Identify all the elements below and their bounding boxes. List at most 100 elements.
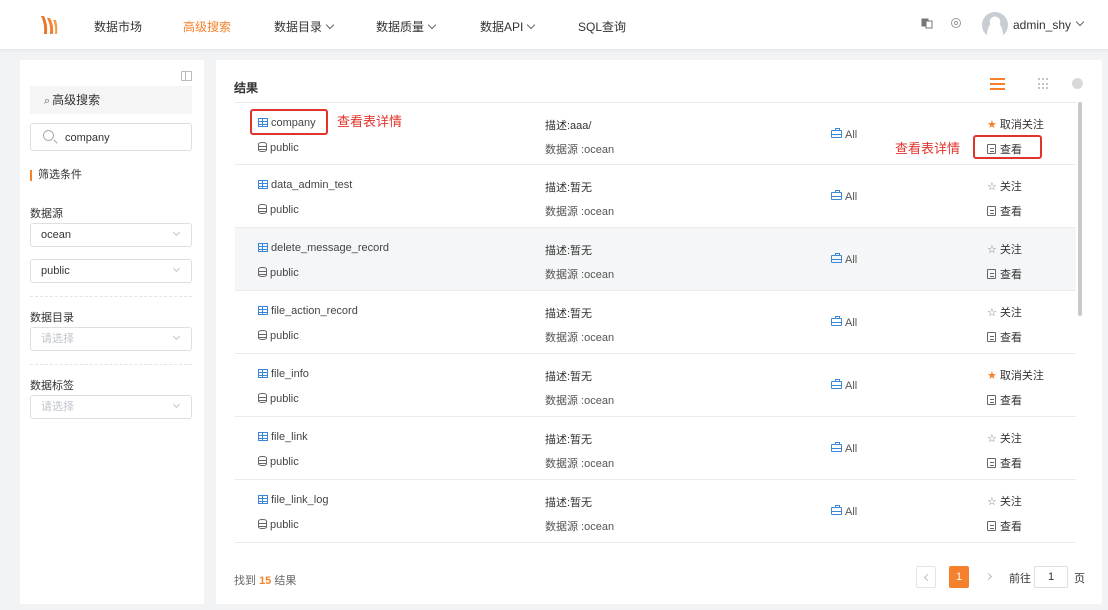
table-row[interactable]: file_info public 描述:暂无 数据源 :ocean All ★ 取消关注 查看 (235, 354, 1076, 417)
chevron-down-icon[interactable] (1075, 17, 1085, 27)
scope-label: All (845, 443, 858, 455)
chevron-down-icon (172, 332, 181, 341)
table-name-link[interactable]: file_info (258, 368, 309, 380)
unfollow-button[interactable]: ★ 取消关注 (987, 116, 1044, 132)
settings-icon[interactable] (950, 17, 962, 29)
chevron-down-icon (527, 20, 536, 30)
datasource-select[interactable]: ocean (30, 223, 192, 247)
scope-label: All (845, 129, 858, 141)
nav-data-api[interactable]: 数据API (480, 18, 536, 35)
pagination: 1 前往 1 页 (216, 566, 1102, 588)
nav-data-market[interactable]: 数据市场 (94, 18, 142, 35)
document-view-icon (987, 521, 996, 531)
table-row[interactable]: delete_message_record public 描述:暂无 数据源 :oce… (235, 228, 1076, 291)
next-page-button[interactable] (980, 566, 1000, 588)
nav-sql-query[interactable]: SQL查询 (578, 18, 626, 35)
table-row[interactable]: file_link_log public 描述:暂无 数据源 :ocean All ☆ 关注… (235, 480, 1076, 543)
document-view-icon (987, 395, 996, 405)
database-icon (258, 519, 267, 529)
table-datasource: 数据源 :ocean (545, 269, 615, 281)
database-icon (258, 456, 267, 466)
table-name-link[interactable]: file_link_log (258, 494, 328, 506)
datasource-select-value: ocean (41, 229, 71, 241)
schema-select[interactable]: public (30, 259, 192, 283)
view-details-button[interactable]: 查看 (987, 266, 1022, 282)
user-name[interactable]: admin_shy (1013, 18, 1071, 32)
view-label: 查看 (1000, 332, 1022, 344)
nav-data-quality[interactable]: 数据质量 (376, 18, 437, 35)
view-label: 查看 (1000, 521, 1022, 533)
page-1-button[interactable]: 1 (949, 566, 969, 588)
table-icon (258, 369, 268, 378)
view-details-button[interactable]: 查看 (987, 329, 1022, 345)
chevron-down-icon (172, 400, 181, 409)
star-icon: ☆ (987, 181, 997, 193)
catalog-select[interactable]: 请选择 (30, 327, 192, 351)
schema-name: public (270, 204, 299, 216)
annotation-label-left: 查看表详情 (337, 114, 403, 129)
table-row[interactable]: file_action_record public 描述:暂无 数据源 :ocean A… (235, 291, 1076, 354)
follow-button[interactable]: ☆ 关注 (987, 493, 1022, 509)
prev-page-button[interactable] (916, 566, 936, 588)
visibility-scope: All (831, 316, 858, 329)
divider (30, 364, 192, 365)
annotation-box-table-name (250, 109, 328, 135)
goto-page-input[interactable]: 1 (1034, 566, 1068, 588)
view-details-button[interactable]: 查看 (987, 203, 1022, 219)
search-input[interactable] (65, 129, 181, 146)
visibility-scope: All (831, 128, 858, 141)
table-name-link[interactable]: delete_message_record (258, 242, 389, 254)
table-row[interactable]: data_admin_test public 描述:暂无 数据源 :ocean All ☆… (235, 165, 1076, 228)
table-row[interactable]: file_link public 描述:暂无 数据源 :ocean All ☆ 关注 查看 (235, 417, 1076, 480)
scrollbar[interactable] (1078, 102, 1082, 316)
schema-name: public (270, 456, 299, 468)
results-panel: 结果 company public 描述:aaa/数据源 :ocean All ★ 取消关… (216, 60, 1102, 604)
chevron-down-icon (427, 20, 437, 30)
table-name-link[interactable]: file_link (258, 431, 308, 443)
star-icon: ★ (987, 370, 997, 382)
follow-button[interactable]: ☆ 关注 (987, 178, 1022, 194)
view-details-button[interactable]: 查看 (987, 455, 1022, 471)
schema-name: public (270, 267, 299, 279)
view-label: 查看 (1000, 206, 1022, 218)
table-description: 描述:暂无 (545, 182, 593, 194)
database-icon (258, 393, 267, 403)
follow-button[interactable]: ☆ 关注 (987, 430, 1022, 446)
nav-data-quality-label: 数据质量 (376, 20, 425, 34)
tag-label: 数据标签 (30, 380, 74, 392)
tag-select-placeholder: 请选择 (41, 401, 74, 413)
table-name: file_action_record (271, 305, 358, 317)
follow-label: 关注 (999, 181, 1022, 193)
table-name: file_info (271, 368, 309, 380)
star-icon: ★ (987, 119, 997, 131)
search-field[interactable] (30, 123, 192, 151)
user-avatar[interactable] (982, 12, 1008, 38)
view-details-button[interactable]: 查看 (987, 518, 1022, 534)
nav-advanced-search[interactable]: 高级搜索 (183, 18, 231, 35)
top-navbar: 数据市场 高级搜索 数据目录 数据质量 数据API SQL查询 admin_sh… (0, 0, 1108, 50)
sidebar-collapse-icon[interactable] (181, 71, 192, 81)
view-label: 查看 (1000, 269, 1022, 281)
database-icon (258, 330, 267, 340)
app-logo[interactable] (38, 14, 60, 36)
table-name-link[interactable]: data_admin_test (258, 179, 352, 191)
unfollow-button[interactable]: ★ 取消关注 (987, 367, 1044, 383)
tag-select[interactable]: 请选择 (30, 395, 192, 419)
table-name: file_link_log (271, 494, 329, 506)
view-label: 查看 (1000, 395, 1022, 407)
grid-view-icon[interactable] (1038, 78, 1050, 90)
search-icon (43, 130, 54, 141)
language-switch-icon[interactable] (921, 17, 933, 29)
nav-data-catalog[interactable]: 数据目录 (274, 18, 335, 35)
follow-button[interactable]: ☆ 关注 (987, 241, 1022, 257)
table-name-link[interactable]: file_action_record (258, 305, 358, 317)
chart-view-icon[interactable] (1072, 78, 1083, 89)
table-datasource: 数据源 :ocean (545, 144, 615, 156)
view-details-button[interactable]: 查看 (987, 392, 1022, 408)
list-view-icon[interactable] (990, 78, 1005, 90)
follow-label: 取消关注 (999, 370, 1044, 382)
scope-label: All (845, 317, 858, 329)
follow-button[interactable]: ☆ 关注 (987, 304, 1022, 320)
briefcase-icon (831, 442, 842, 452)
visibility-scope: All (831, 505, 857, 518)
